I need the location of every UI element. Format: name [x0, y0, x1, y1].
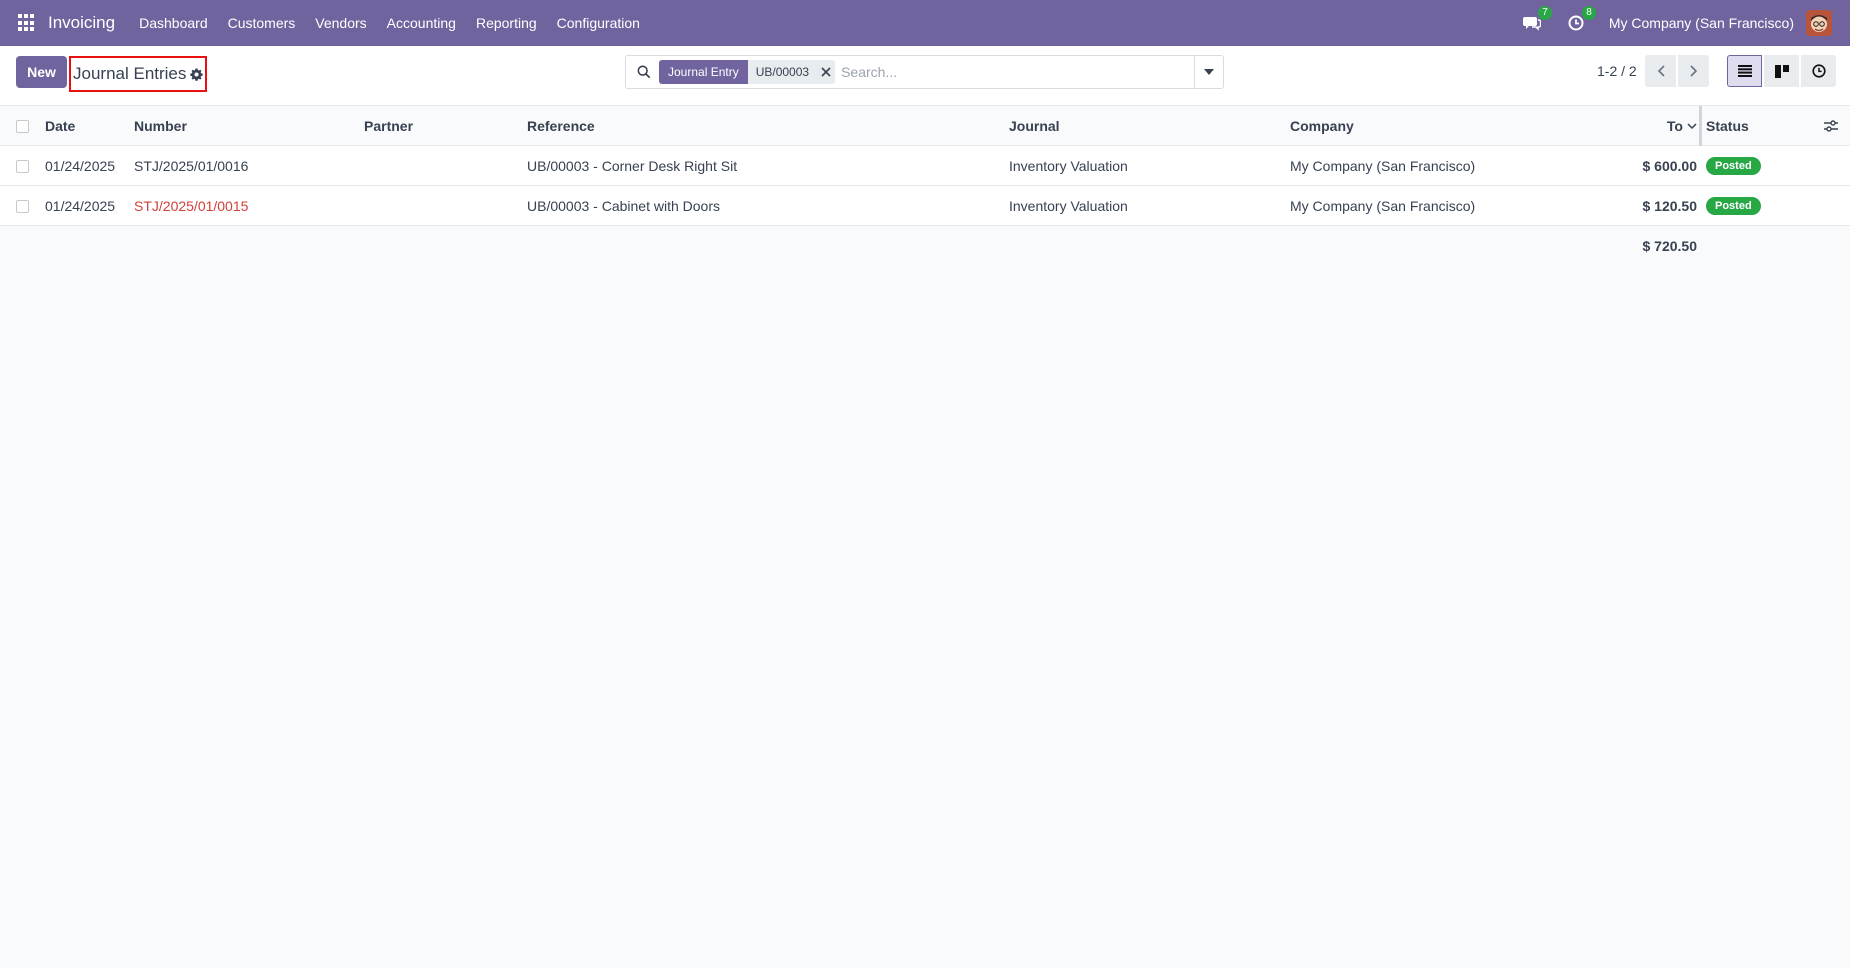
column-header-status[interactable]: Status: [1706, 106, 1749, 146]
company-switcher[interactable]: My Company (San Francisco): [1609, 15, 1794, 31]
activity-view-button[interactable]: [1801, 55, 1836, 87]
status-badge: Posted: [1706, 197, 1761, 215]
cell-status: Posted: [1706, 186, 1761, 226]
column-header-total-label: To: [1666, 118, 1683, 134]
row-select-cell: [16, 146, 29, 186]
activities-button[interactable]: 8: [1565, 6, 1596, 34]
pager-next-button[interactable]: [1678, 55, 1709, 87]
cell-journal: Inventory Valuation: [1009, 198, 1128, 214]
caret-down-icon: [1204, 69, 1214, 75]
list-view-button[interactable]: [1727, 55, 1762, 87]
menu-item-vendors[interactable]: Vendors: [305, 15, 376, 31]
cell-company: My Company (San Francisco): [1290, 198, 1476, 214]
control-panel: New Journal Entries Journal Entry UB/000…: [0, 46, 1850, 106]
column-header-reference[interactable]: Reference: [527, 106, 595, 146]
apps-menu-icon[interactable]: [18, 14, 36, 32]
user-avatar-icon: [1806, 10, 1832, 36]
cell-company: My Company (San Francisco): [1290, 158, 1476, 174]
status-badge: Posted: [1706, 157, 1761, 175]
column-header-journal[interactable]: Journal: [1009, 106, 1060, 146]
search-icon: [637, 65, 651, 79]
row-checkbox[interactable]: [16, 199, 29, 213]
grand-total-amount: $ 720.50: [1642, 238, 1698, 254]
total-amount: $ 120.50: [1642, 198, 1698, 214]
close-icon: [821, 67, 831, 77]
optional-columns-toggle[interactable]: [1824, 106, 1838, 146]
column-resize-handle[interactable]: [1699, 106, 1702, 146]
messages-button[interactable]: 7: [1521, 6, 1552, 34]
activities-badge: 8: [1582, 6, 1596, 20]
total-amount: $ 600.00: [1642, 158, 1698, 174]
cell-status: Posted: [1706, 146, 1761, 186]
cell-date: 01/24/2025: [45, 158, 116, 174]
menu-item-reporting[interactable]: Reporting: [466, 15, 547, 31]
page-title: Journal Entries: [73, 64, 187, 83]
search-facet[interactable]: Journal Entry UB/00003: [659, 60, 836, 84]
search-input[interactable]: [841, 64, 1162, 80]
pager-value[interactable]: 1-2 / 2: [1597, 63, 1637, 79]
menu-item-dashboard[interactable]: Dashboard: [129, 15, 218, 31]
grand-total-cell: $ 720.50: [1540, 226, 1698, 266]
pager-previous-button[interactable]: [1645, 55, 1676, 87]
facet-value: UB/00003: [747, 60, 818, 84]
cell-total: $ 600.00: [1540, 146, 1698, 186]
top-navbar: Invoicing Dashboard Customers Vendors Ac…: [0, 0, 1850, 46]
table-header: Date Number Partner Reference Journal Co…: [0, 106, 1850, 146]
row-checkbox[interactable]: [16, 159, 29, 173]
column-header-date[interactable]: Date: [45, 106, 75, 146]
column-header-total[interactable]: To: [1540, 106, 1697, 146]
messages-badge: 7: [1538, 6, 1552, 20]
cell-number: STJ/2025/01/0016: [134, 158, 249, 174]
gear-icon[interactable]: [190, 67, 204, 81]
cell-reference: UB/00003 - Corner Desk Right Sit: [527, 158, 738, 174]
column-header-company[interactable]: Company: [1290, 106, 1354, 146]
systray: 7 8 My Company (San Francisco): [1521, 0, 1850, 46]
cell-date: 01/24/2025: [45, 198, 116, 214]
table-row[interactable]: 01/24/2025 STJ/2025/01/0015 UB/00003 - C…: [0, 186, 1850, 226]
clock-icon: [1811, 64, 1826, 78]
menu-item-configuration[interactable]: Configuration: [547, 15, 650, 31]
cell-journal: Inventory Valuation: [1009, 158, 1128, 174]
column-header-number[interactable]: Number: [134, 106, 187, 146]
kanban-view-button[interactable]: [1764, 55, 1799, 87]
facet-remove-button[interactable]: [817, 60, 836, 84]
select-all-checkbox[interactable]: [16, 119, 29, 133]
sort-descending-icon: [1687, 123, 1697, 130]
facet-label: Journal Entry: [659, 60, 748, 84]
chevron-right-icon: [1689, 65, 1697, 77]
breadcrumb: Journal Entries: [69, 56, 207, 92]
cell-number: STJ/2025/01/0015: [134, 198, 249, 214]
search-box: Journal Entry UB/00003: [625, 55, 1224, 89]
menu-item-accounting[interactable]: Accounting: [377, 15, 466, 31]
column-header-partner[interactable]: Partner: [364, 106, 413, 146]
app-brand[interactable]: Invoicing: [48, 13, 115, 33]
menu-item-customers[interactable]: Customers: [218, 15, 306, 31]
table-footer: $ 720.50: [0, 226, 1850, 266]
user-avatar[interactable]: [1806, 10, 1832, 36]
new-button[interactable]: New: [16, 56, 67, 88]
search-options-toggle[interactable]: [1194, 56, 1223, 88]
chat-icon: [1522, 17, 1541, 31]
sliders-icon: [1824, 120, 1838, 132]
chevron-left-icon: [1657, 65, 1665, 77]
row-select-cell: [16, 186, 29, 226]
cell-reference: UB/00003 - Cabinet with Doors: [527, 198, 720, 214]
kanban-icon: [1774, 64, 1789, 78]
select-all-cell: [16, 106, 29, 146]
list-icon: [1737, 65, 1752, 77]
table-row[interactable]: 01/24/2025 STJ/2025/01/0016 UB/00003 - C…: [0, 146, 1850, 186]
clock-icon: [1568, 15, 1584, 31]
cell-total: $ 120.50: [1540, 186, 1698, 226]
